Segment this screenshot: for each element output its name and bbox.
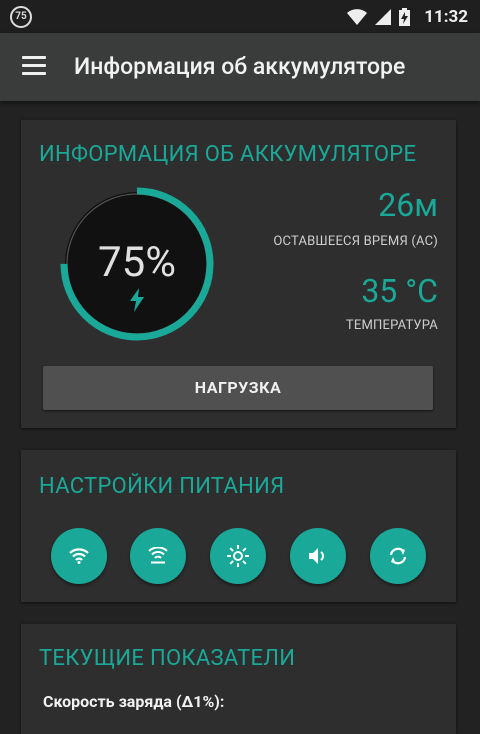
status-bar: 75 11:32 <box>0 0 480 33</box>
battery-card-title: ИНФОРМАЦИЯ ОБ АККУМУЛЯТОРЕ <box>39 142 417 167</box>
remaining-time-value: 26м <box>378 186 438 224</box>
load-button[interactable]: НАГРУЗКА <box>43 366 433 410</box>
temperature-value: 35 °C <box>361 272 438 310</box>
battery-gauge: 75% <box>59 186 219 346</box>
sound-toggle-button[interactable] <box>290 528 346 584</box>
brightness-button[interactable] <box>210 528 266 584</box>
charging-bolt-icon <box>130 288 144 312</box>
volume-icon <box>309 548 324 564</box>
wifi-icon <box>69 548 89 564</box>
power-settings-card: НАСТРОЙКИ ПИТАНИЯ <box>21 450 456 602</box>
signal-icon <box>375 8 392 25</box>
app-bar: Информация об аккумуляторе <box>0 33 480 101</box>
brightness-icon <box>227 545 249 567</box>
sync-icon <box>389 547 407 565</box>
current-metrics-card: ТЕКУЩИЕ ПОКАЗАТЕЛИ Скорость заряда (Δ1%)… <box>21 624 456 734</box>
battery-info-card: ИНФОРМАЦИЯ ОБ АККУМУЛЯТОРЕ 75% 26м ОСТАВ… <box>21 120 456 428</box>
battery-charging-icon <box>399 7 411 26</box>
status-icons: 11:32 <box>347 0 468 33</box>
wifi-toggle-button[interactable] <box>51 528 107 584</box>
metrics-card-title: ТЕКУЩИЕ ПОКАЗАТЕЛИ <box>39 646 296 671</box>
hotspot-toggle-button[interactable] <box>130 528 186 584</box>
notification-badge: 75 <box>10 6 32 28</box>
remaining-time-label: ОСТАВШЕЕСЯ ВРЕМЯ (AC) <box>273 234 438 249</box>
sync-toggle-button[interactable] <box>370 528 426 584</box>
clock: 11:32 <box>424 6 468 27</box>
page-title: Информация об аккумуляторе <box>74 53 406 80</box>
battery-percent: 75% <box>98 238 176 287</box>
temperature-label: ТЕМПЕРАТУРА <box>345 318 438 333</box>
notification-indicator: 75 <box>10 6 32 28</box>
hamburger-menu-icon[interactable] <box>22 56 46 76</box>
wifi-tethering-icon <box>148 547 168 564</box>
wifi-icon <box>347 8 368 25</box>
power-card-title: НАСТРОЙКИ ПИТАНИЯ <box>39 474 285 499</box>
charge-rate-label: Скорость заряда (Δ1%): <box>43 692 225 711</box>
